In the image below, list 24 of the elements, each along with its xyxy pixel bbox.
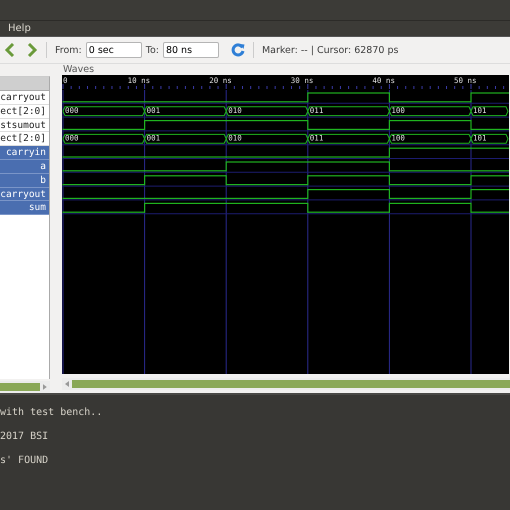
signal-name[interactable]: carryin <box>0 146 49 160</box>
from-field[interactable]: 0 sec <box>86 42 142 58</box>
signal-name[interactable]: ect[2:0] <box>0 104 49 119</box>
marker-cursor-status: Marker: -- | Cursor: 62870 ps <box>262 44 398 56</box>
scroll-left-icon[interactable] <box>64 380 70 388</box>
waves-title: Waves <box>63 64 94 75</box>
forward-icon[interactable] <box>26 43 38 57</box>
signal-name[interactable]: b <box>0 174 49 188</box>
console-line: s' FOUND <box>0 454 50 467</box>
signal-name[interactable]: carryout <box>0 188 49 202</box>
console-line: 2017 BSI <box>0 430 50 443</box>
scrollbar-thumb[interactable] <box>72 380 510 388</box>
signal-name[interactable]: sum <box>0 201 49 216</box>
signal-name[interactable]: carryout <box>0 91 49 105</box>
signal-name[interactable]: a <box>0 160 49 174</box>
from-label: From: <box>55 44 82 56</box>
to-label: To: <box>146 44 159 56</box>
signal-name[interactable]: stsumout <box>0 118 49 132</box>
to-field[interactable]: 80 ns <box>162 42 219 58</box>
menu-item[interactable]: Help <box>8 23 31 34</box>
scrollbar-thumb[interactable] <box>0 383 40 391</box>
console-line: with test bench.. <box>0 406 104 419</box>
refresh-icon[interactable] <box>230 43 245 57</box>
back-icon[interactable] <box>4 43 16 57</box>
